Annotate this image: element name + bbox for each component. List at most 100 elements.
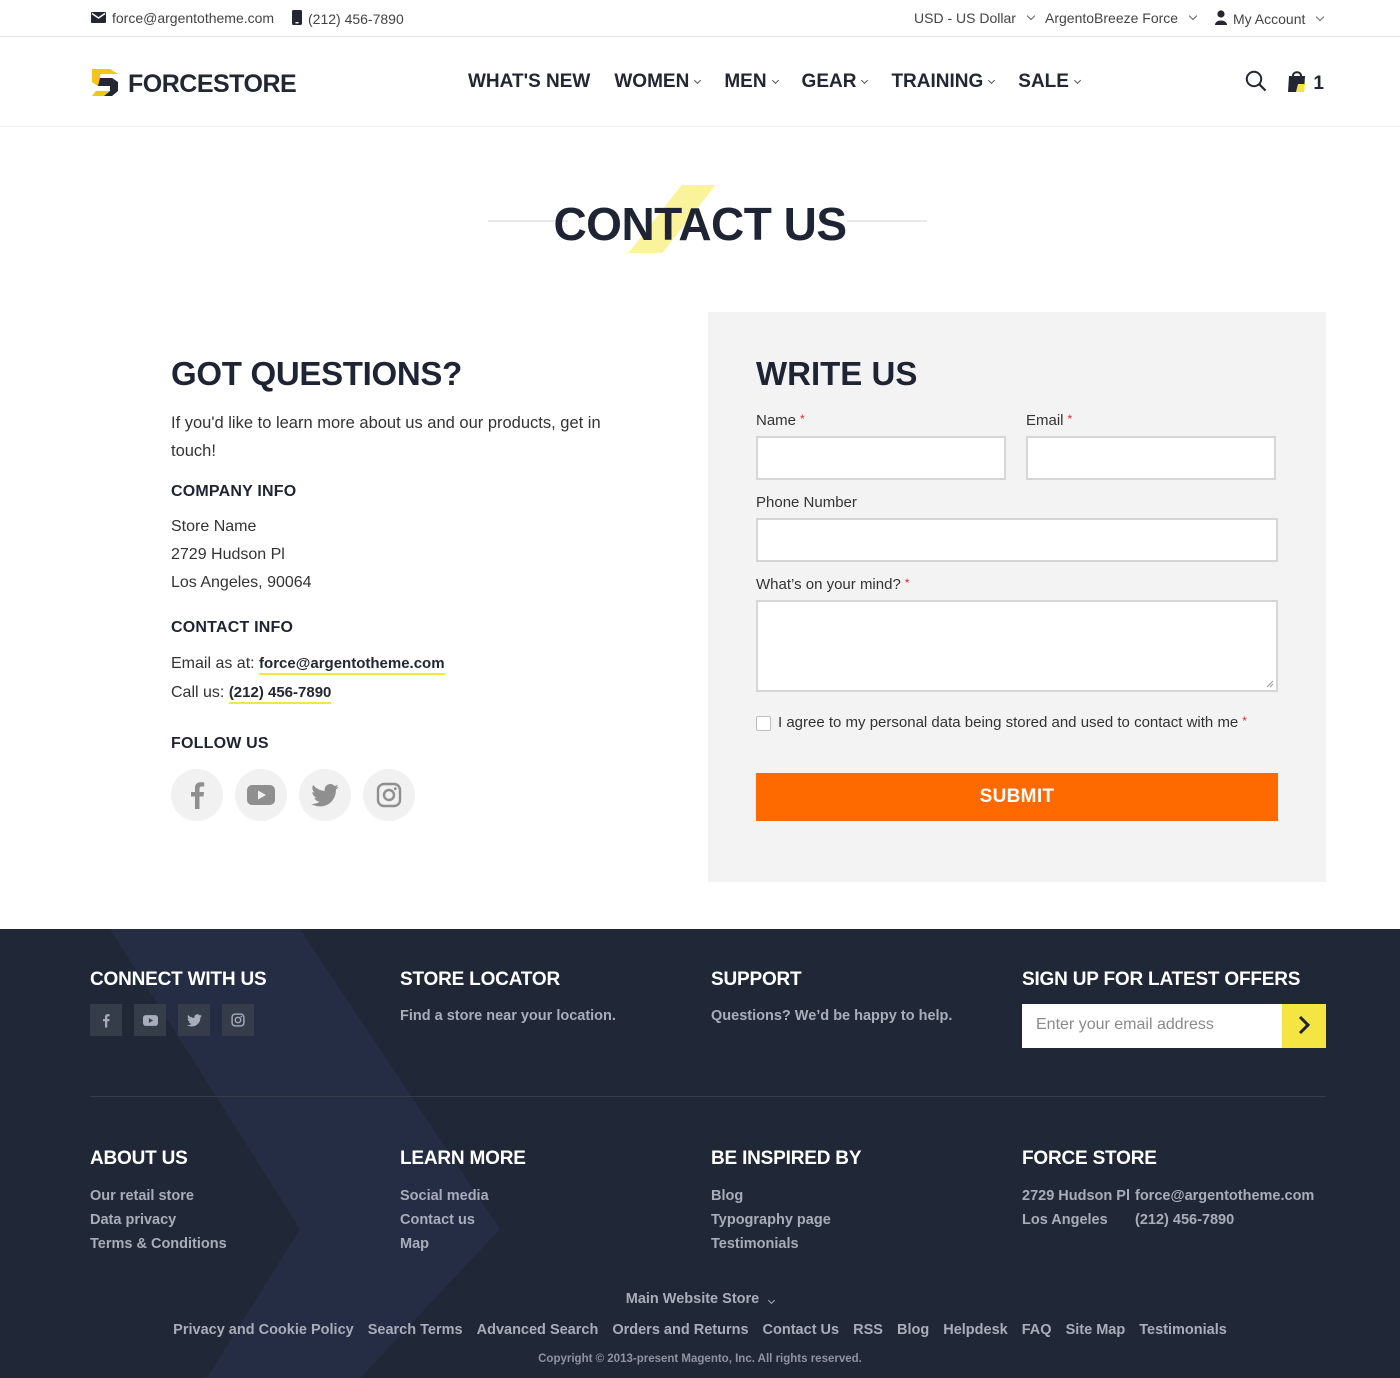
name-field[interactable] <box>756 436 1006 480</box>
footer-link-testimonials[interactable]: Testimonials <box>711 1232 831 1256</box>
footer-link-advanced-search[interactable]: Advanced Search <box>477 1322 599 1338</box>
store-view-label: Main Website Store <box>625 1291 760 1307</box>
store-street: 2729 Hudson Pl <box>171 546 285 563</box>
footer-link-social-media[interactable]: Social media <box>400 1184 489 1208</box>
inspired-links: Blog Typography page Testimonials <box>711 1184 831 1256</box>
support-link[interactable]: Questions? We’d be happy to help. <box>711 1008 952 1024</box>
store-locator-heading: STORE LOCATOR <box>400 969 560 990</box>
footer-store-street: 2729 Hudson Pl <box>1022 1188 1130 1204</box>
cart-icon <box>1287 70 1307 97</box>
footer-link-contact[interactable]: Contact Us <box>763 1322 840 1338</box>
footer-link-helpdesk[interactable]: Helpdesk <box>943 1322 1007 1338</box>
search-icon[interactable] <box>1245 70 1267 97</box>
company-address: Store Name 2729 Hudson Pl Los Angeles, 9… <box>171 513 611 597</box>
contact-email-link[interactable]: force@argentotheme.com <box>259 655 445 675</box>
page-title-area: CONTACT US <box>0 185 1400 265</box>
logo[interactable]: FORCESTORE <box>90 65 297 104</box>
learn-more-links: Social media Contact us Map <box>400 1184 489 1256</box>
account-menu[interactable]: My Account <box>1215 10 1325 28</box>
about-heading: ABOUT US <box>90 1148 188 1169</box>
nav-item-men[interactable]: MEN <box>724 71 779 93</box>
follow-us-heading: FOLLOW US <box>171 735 269 752</box>
store-locator-link[interactable]: Find a store near your location. <box>400 1008 616 1024</box>
minicart[interactable]: 1 <box>1287 70 1324 97</box>
submit-button[interactable]: SUBMIT <box>756 773 1278 821</box>
footer-link-orders-returns[interactable]: Orders and Returns <box>612 1322 748 1338</box>
nav-item-whats-new[interactable]: WHAT'S NEW <box>468 71 590 93</box>
site-footer: CONNECT WITH US STORE LOCATOR Find a sto… <box>0 929 1400 1378</box>
youtube-icon[interactable] <box>134 1004 166 1036</box>
nav-item-training[interactable]: TRAINING <box>891 71 996 93</box>
connect-heading: CONNECT WITH US <box>90 969 267 990</box>
social-links <box>171 769 611 821</box>
footer-link-testimonials-bottom[interactable]: Testimonials <box>1139 1322 1227 1338</box>
twitter-icon[interactable] <box>299 769 351 821</box>
footer-link-privacy-cookie[interactable]: Privacy and Cookie Policy <box>173 1322 354 1338</box>
email-field[interactable] <box>1026 436 1276 480</box>
footer-link-rss[interactable]: RSS <box>853 1322 883 1338</box>
footer-link-retail-store[interactable]: Our retail store <box>90 1184 227 1208</box>
agree-checkbox[interactable] <box>756 716 771 731</box>
footer-link-blog-bottom[interactable]: Blog <box>897 1322 929 1338</box>
nav-item-sale[interactable]: SALE <box>1018 71 1082 93</box>
phone-label: Phone Number <box>756 494 857 511</box>
footer-link-contact-us[interactable]: Contact us <box>400 1208 489 1232</box>
contact-phone-link[interactable]: (212) 456-7890 <box>228 684 332 704</box>
footer-store-phone[interactable]: (212) 456-7890 <box>1135 1208 1314 1232</box>
chevron-down-icon <box>768 1296 776 1305</box>
currency-label: USD - US Dollar <box>914 10 1016 26</box>
topbar-email-text: force@argentotheme.com <box>112 10 275 26</box>
logo-mark-icon <box>90 65 120 104</box>
contact-form-panel: WRITE US Name * Email * Phone Number What’… <box>708 312 1326 882</box>
phone-line: Call us: (212) 456-7890 <box>171 678 611 707</box>
twitter-icon[interactable] <box>178 1004 210 1036</box>
newsletter-submit-button[interactable] <box>1282 1004 1326 1048</box>
message-textarea[interactable] <box>756 600 1278 692</box>
footer-link-data-privacy[interactable]: Data privacy <box>90 1208 227 1232</box>
phone-field[interactable] <box>756 518 1278 562</box>
topbar-email[interactable]: force@argentotheme.com <box>91 10 274 26</box>
chevron-down-icon <box>1073 76 1082 84</box>
envelope-icon <box>91 10 106 26</box>
nav-item-gear[interactable]: GEAR <box>802 71 869 93</box>
resize-handle-icon[interactable] <box>1266 680 1274 688</box>
store-switcher[interactable]: ArgentoBreeze Force <box>1045 10 1198 26</box>
footer-link-terms[interactable]: Terms & Conditions <box>90 1232 227 1256</box>
youtube-icon[interactable] <box>235 769 287 821</box>
footer-link-site-map[interactable]: Site Map <box>1066 1322 1126 1338</box>
instagram-icon[interactable] <box>222 1004 254 1036</box>
facebook-icon[interactable] <box>171 769 223 821</box>
store-view-switcher[interactable]: Main Website Store <box>0 1291 1400 1307</box>
footer-store-email[interactable]: force@argentotheme.com <box>1135 1184 1314 1208</box>
chevron-down-icon <box>694 76 702 84</box>
top-bar: force@argentotheme.com (212) 456-7890 US… <box>0 0 1400 37</box>
email-label: Email * <box>1026 412 1073 429</box>
site-header: FORCESTORE WHAT'S NEW WOMEN MEN GEAR TRA… <box>0 37 1400 127</box>
support-heading: SUPPORT <box>711 969 802 990</box>
footer-link-faq[interactable]: FAQ <box>1022 1322 1052 1338</box>
footer-link-map[interactable]: Map <box>400 1232 489 1256</box>
write-us-heading: WRITE US <box>756 355 918 392</box>
contact-details: Email as at: force@argentotheme.com Call… <box>171 649 611 707</box>
footer-divider <box>90 1096 1326 1097</box>
email-prefix: Email as at: <box>171 655 255 672</box>
mind-label: What’s on your mind? * <box>756 576 910 593</box>
questions-heading: GOT QUESTIONS? <box>171 355 462 392</box>
currency-switcher[interactable]: USD - US Dollar <box>914 10 1036 26</box>
footer-bottom-links: Privacy and Cookie Policy Search Terms A… <box>0 1322 1400 1338</box>
nav-item-women[interactable]: WOMEN <box>614 71 702 93</box>
footer-link-typography[interactable]: Typography page <box>711 1208 831 1232</box>
newsletter-email-input[interactable]: Enter your email address <box>1022 1004 1282 1048</box>
topbar-phone[interactable]: (212) 456-7890 <box>292 10 404 28</box>
arrow-right-icon <box>1298 1011 1311 1042</box>
about-links: Our retail store Data privacy Terms & Co… <box>90 1184 227 1256</box>
facebook-icon[interactable] <box>90 1004 122 1036</box>
footer-link-search-terms[interactable]: Search Terms <box>368 1322 463 1338</box>
instagram-icon[interactable] <box>363 769 415 821</box>
contact-info-heading: CONTACT INFO <box>171 619 294 636</box>
phone-icon <box>292 10 302 28</box>
topbar-phone-text: (212) 456-7890 <box>308 11 404 27</box>
footer-link-blog[interactable]: Blog <box>711 1184 831 1208</box>
company-info-heading: COMPANY INFO <box>171 483 297 500</box>
store-switch-label: ArgentoBreeze Force <box>1045 10 1179 26</box>
